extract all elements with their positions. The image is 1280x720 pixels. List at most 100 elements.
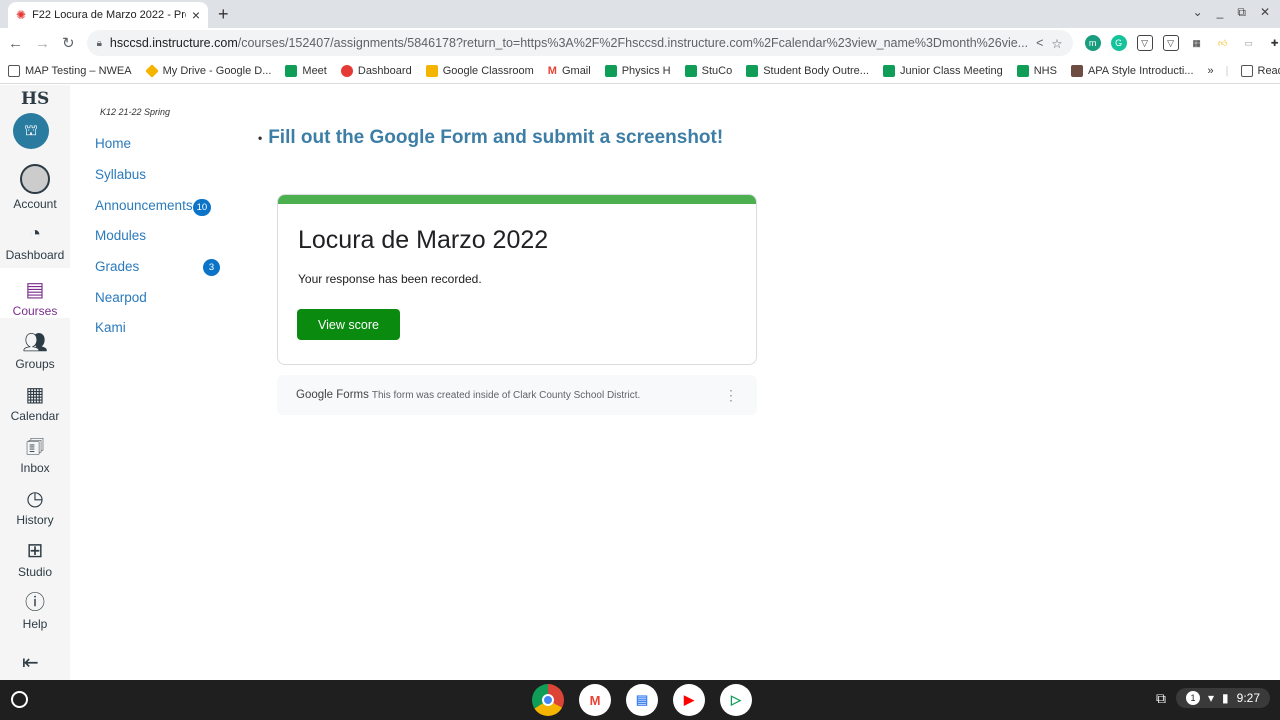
course-nav-nearpod[interactable]: Nearpod <box>95 290 147 305</box>
google-docs-icon[interactable]: ▤ <box>626 684 658 716</box>
lock-icon: 🔒︎ <box>96 37 102 49</box>
bookmark[interactable]: My Drive - Google D... <box>144 63 271 78</box>
global-nav-inbox[interactable]: 🗊 Inbox <box>0 425 70 475</box>
inbox-icon: 🗊 <box>25 436 45 458</box>
global-nav: HS ⛫ Account ◔ Dashboard ▤ Courses 👥︎ Gr… <box>0 85 70 680</box>
new-tab-button[interactable]: + <box>218 4 229 25</box>
bookmark[interactable]: M Gmail <box>548 65 591 77</box>
star-icon[interactable]: ☆ <box>1051 36 1062 51</box>
gmail-icon: M <box>547 64 557 77</box>
course-nav-modules[interactable]: Modules <box>95 228 146 243</box>
bookmark[interactable]: Physics H <box>604 64 671 77</box>
bookmark[interactable]: Dashboard <box>340 64 412 77</box>
history-icon: ◷ <box>26 488 44 510</box>
bookmark[interactable]: StuCo <box>684 64 732 77</box>
global-nav-history[interactable]: ◷ History <box>0 477 70 527</box>
courses-icon: ▤ <box>25 279 45 301</box>
restore-icon[interactable]: ⧉ <box>1237 5 1246 20</box>
global-nav-help[interactable]: ⓘ Help <box>0 581 70 631</box>
url-text: hsccsd.instructure.com/courses/152407/as… <box>109 36 1029 50</box>
view-score-button[interactable]: View score <box>297 309 400 340</box>
bookmark[interactable]: Student Body Outre... <box>746 64 869 77</box>
form-accent-bar <box>278 195 756 204</box>
back-icon[interactable]: ← <box>8 35 23 52</box>
minimize-icon[interactable]: _ <box>1217 5 1224 20</box>
forward-icon[interactable]: → <box>35 35 50 52</box>
launcher-icon[interactable] <box>11 691 28 708</box>
bookmark[interactable]: MAP Testing – NWEA <box>8 64 132 77</box>
shield-extension-2-icon[interactable]: ▽ <box>1162 35 1179 51</box>
play-store-icon[interactable]: ▷ <box>720 684 752 716</box>
meet-icon <box>684 64 697 77</box>
course-nav-kami[interactable]: Kami <box>95 320 126 335</box>
shield-extension-icon[interactable]: ▽ <box>1136 35 1153 51</box>
reload-icon[interactable]: ↻ <box>62 34 75 52</box>
tab-strip: ✺ F22 Locura de Marzo 2022 - Prec × + ⌄ … <box>0 0 1280 28</box>
share-icon[interactable]: < <box>1036 36 1043 50</box>
google-classroom-icon <box>425 64 438 77</box>
close-tab-icon[interactable]: × <box>192 7 200 23</box>
status-area[interactable]: 1 ▾ ▮ 9:27 <box>1176 688 1270 708</box>
global-nav-dashboard[interactable]: ◔ Dashboard <box>0 212 70 262</box>
meet-icon <box>604 64 617 77</box>
google-forms-logo: Google Forms <box>296 389 369 401</box>
bookmark[interactable]: Meet <box>285 64 327 77</box>
screen-capture-icon[interactable]: ⧉ <box>1156 690 1166 707</box>
bookmark[interactable]: NHS <box>1016 64 1057 77</box>
term-label: K12 21-22 Spring <box>100 107 171 117</box>
tab-title: F22 Locura de Marzo 2022 - Prec <box>32 9 186 21</box>
meet-icon <box>746 64 759 77</box>
meet-icon <box>285 64 298 77</box>
chevron-down-icon[interactable]: ⌄ <box>1193 5 1203 20</box>
form-confirmation-message: Your response has been recorded. <box>298 272 482 286</box>
studio-icon: ⊞ <box>26 540 44 562</box>
puzzle-icon[interactable]: ✚ <box>1266 35 1280 51</box>
course-nav-home[interactable]: Home <box>95 136 131 151</box>
bookmark[interactable]: APA Style Introducti... <box>1070 64 1194 77</box>
school-logo[interactable]: HS <box>21 89 49 109</box>
global-nav-courses[interactable]: ▤ Courses <box>0 268 70 318</box>
global-nav-studio[interactable]: ⊞ Studio <box>0 529 70 579</box>
school-crest-icon: ⛫ <box>13 113 49 149</box>
canvas-favicon-icon: ✺ <box>16 8 27 22</box>
global-nav-calendar[interactable]: ▦ Calendar <box>0 373 70 423</box>
global-nav-groups[interactable]: 👥︎ Groups <box>0 321 70 371</box>
browser-tab[interactable]: ✺ F22 Locura de Marzo 2022 - Prec × <box>8 2 208 28</box>
reading-list-button[interactable]: Reading list <box>1240 64 1280 77</box>
divider: | <box>1225 64 1229 77</box>
bookmark[interactable]: Junior Class Meeting <box>882 64 1003 77</box>
course-nav-grades[interactable]: Grades <box>95 259 139 274</box>
course-nav-announcements[interactable]: Announcements 10 <box>95 198 212 216</box>
chrome-icon[interactable] <box>532 684 564 716</box>
bullet: • <box>258 130 263 145</box>
more-bookmarks-button[interactable]: » <box>1208 65 1214 77</box>
address-bar[interactable]: 🔒︎ hsccsd.instructure.com/courses/152407… <box>86 30 1073 56</box>
global-nav-account[interactable]: Account <box>0 161 70 211</box>
dashboard-icon: ◔ <box>28 223 42 245</box>
close-window-icon[interactable]: ✕ <box>1260 5 1270 20</box>
groups-icon: 👥︎ <box>22 332 48 354</box>
collapse-nav-icon[interactable]: ⇤ <box>22 650 39 675</box>
youtube-icon[interactable]: ▶ <box>673 684 705 716</box>
grid-extension-icon[interactable]: ▦ <box>1188 35 1205 51</box>
calendar-icon: ▦ <box>25 384 45 406</box>
bookmark[interactable]: Google Classroom <box>425 64 534 77</box>
extensions: m G ▽ ▽ ▦ 👍︎ ▭ ✚ ⋮ <box>1084 35 1280 51</box>
extension-m-icon[interactable]: m <box>1084 35 1101 51</box>
wifi-icon: ▾ <box>1208 691 1215 705</box>
reader-extension-icon[interactable]: ▭ <box>1240 35 1257 51</box>
course-nav-syllabus[interactable]: Syllabus <box>95 167 146 182</box>
help-icon: ⓘ <box>25 592 45 614</box>
form-footer-text: This form was created inside of Clark Co… <box>371 389 641 401</box>
thumb-extension-icon[interactable]: 👍︎ <box>1214 35 1231 51</box>
avatar <box>20 164 50 194</box>
meet-icon <box>1016 64 1029 77</box>
more-options-icon[interactable]: ⋮ <box>724 387 738 404</box>
pinned-apps: M ▤ ▶ ▷ <box>532 684 752 716</box>
google-drive-icon <box>144 63 159 78</box>
gmail-app-icon[interactable]: M <box>579 684 611 716</box>
system-tray: ⧉ 1 ▾ ▮ 9:27 <box>1156 688 1270 708</box>
canvas-icon <box>340 64 353 77</box>
bookmarks-bar: MAP Testing – NWEA My Drive - Google D..… <box>0 58 1280 84</box>
grammarly-icon[interactable]: G <box>1110 35 1127 51</box>
